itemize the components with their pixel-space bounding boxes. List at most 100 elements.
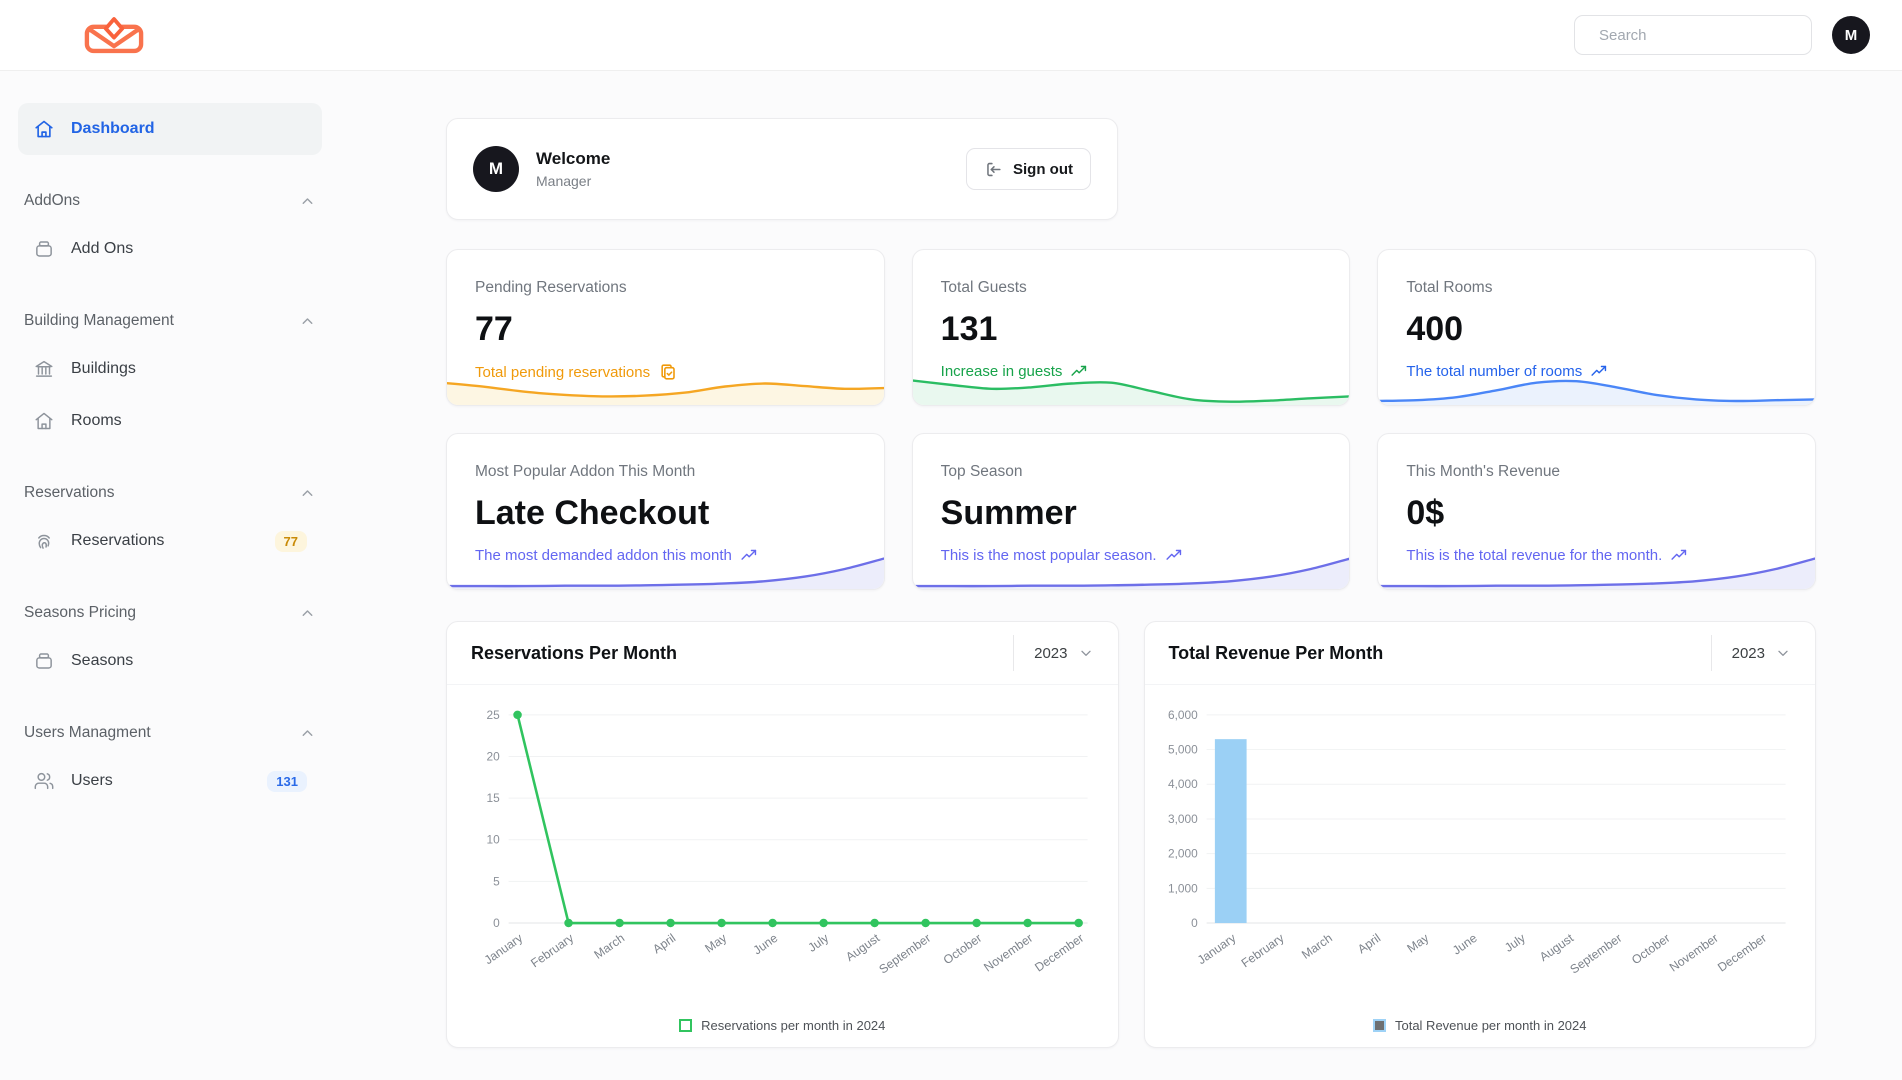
stat-card-value: 77: [475, 310, 856, 349]
legend-marker: [679, 1019, 692, 1032]
sparkline: [1377, 360, 1816, 406]
legend-label: Reservations per month in 2024: [701, 1018, 885, 1033]
sidebar-section-users-managment: Users Managment Users 131: [18, 724, 322, 807]
stat-card-value: 0$: [1406, 494, 1787, 533]
chevron-up-icon: [299, 605, 316, 622]
sidebar-section-header-users-managment[interactable]: Users Managment: [18, 724, 322, 742]
chart-legend: Total Revenue per month in 2024: [1145, 1016, 1816, 1047]
legend-marker: [1373, 1019, 1386, 1032]
sidebar-item-rooms[interactable]: Rooms: [18, 395, 322, 447]
sidebar-section-header-seasons-pricing[interactable]: Seasons Pricing: [18, 604, 322, 622]
svg-text:May: May: [702, 930, 730, 955]
chevron-down-icon: [1775, 645, 1791, 661]
svg-text:10: 10: [486, 833, 500, 847]
svg-text:2,000: 2,000: [1167, 847, 1197, 861]
sidebar-item-buildings[interactable]: Buildings: [18, 343, 322, 395]
svg-text:October: October: [1629, 931, 1673, 967]
svg-text:September: September: [876, 931, 933, 977]
app-logo-icon: [84, 15, 144, 55]
svg-text:April: April: [1355, 931, 1383, 956]
svg-text:December: December: [1032, 931, 1086, 975]
section-label: AddOns: [24, 192, 80, 210]
header-actions: M: [1574, 15, 1870, 55]
svg-text:5,000: 5,000: [1167, 743, 1197, 757]
chevron-down-icon: [1078, 645, 1094, 661]
svg-text:4,000: 4,000: [1167, 777, 1197, 791]
svg-text:June: June: [1449, 931, 1479, 958]
svg-text:September: September: [1567, 931, 1624, 977]
main-content: Dashboard M Welcome Manager Sign out Pen…: [446, 0, 1816, 1080]
stat-card-top-season: Top SeasonSummerThis is the most popular…: [912, 433, 1351, 590]
sidebar-section-header-reservations[interactable]: Reservations: [18, 484, 322, 502]
section-label: Reservations: [24, 484, 114, 502]
sidebar-item-add-ons[interactable]: Add Ons: [18, 223, 322, 275]
sign-out-label: Sign out: [1013, 161, 1073, 178]
sidebar-item-reservations[interactable]: Reservations77: [18, 515, 322, 567]
chart-title: Reservations Per Month: [471, 643, 677, 664]
stat-card-title: Most Popular Addon This Month: [475, 463, 856, 481]
charts-grid: Reservations Per Month 2023 0510152025Ja…: [446, 621, 1816, 1048]
sparkline: [912, 544, 1351, 590]
stat-card-value: Summer: [941, 494, 1322, 533]
search-input[interactable]: [1597, 26, 1800, 45]
stat-card-total-guests: Total Guests131Increase in guests: [912, 249, 1351, 406]
svg-text:0: 0: [493, 916, 500, 930]
sidebar-item-seasons[interactable]: Seasons: [18, 635, 322, 687]
fingerprint-icon: [33, 530, 55, 552]
stat-card-title: Top Season: [941, 463, 1322, 481]
app-logo[interactable]: [84, 15, 144, 55]
section-label: Seasons Pricing: [24, 604, 136, 622]
sparkline: [912, 360, 1351, 406]
year-selector[interactable]: 2023: [1013, 635, 1093, 671]
welcome-subtitle: Manager: [536, 173, 610, 189]
stat-card-pending-reservations: Pending Reservations77Total pending rese…: [446, 249, 885, 406]
user-avatar[interactable]: M: [1832, 16, 1870, 54]
svg-text:February: February: [528, 930, 577, 970]
svg-text:August: August: [843, 931, 883, 965]
svg-text:August: August: [1537, 931, 1577, 965]
sidebar-section-header-building-management[interactable]: Building Management: [18, 312, 322, 330]
sidebar-item-label: Rooms: [71, 412, 122, 430]
sidebar-item-label: Users: [71, 772, 113, 790]
svg-text:February: February: [1238, 930, 1287, 970]
users-icon: [33, 770, 55, 792]
stat-card-most-popular-addon-this-month: Most Popular Addon This MonthLate Checko…: [446, 433, 885, 590]
sign-out-button[interactable]: Sign out: [966, 148, 1091, 190]
sidebar-section-addons: AddOns Add Ons: [18, 192, 322, 275]
count-badge: 77: [275, 531, 307, 552]
count-badge: 131: [267, 771, 307, 792]
sidebar-section-reservations: Reservations Reservations77: [18, 484, 322, 567]
sidebar-item-users[interactable]: Users 131: [18, 755, 322, 807]
legend-label: Total Revenue per month in 2024: [1395, 1018, 1587, 1033]
stat-card-title: Total Rooms: [1406, 279, 1787, 297]
svg-text:20: 20: [486, 749, 500, 763]
sidebar-section-header-addons[interactable]: AddOns: [18, 192, 322, 210]
sparkline: [446, 544, 885, 590]
section-label: Building Management: [24, 312, 174, 330]
stat-card-title: This Month's Revenue: [1406, 463, 1787, 481]
svg-text:October: October: [941, 931, 985, 967]
revenue-bar-chart: 01,0002,0003,0004,0005,0006,000JanuaryFe…: [1161, 699, 1796, 998]
bank-icon: [33, 358, 55, 380]
sidebar-item-dashboard[interactable]: Dashboard: [18, 103, 322, 155]
svg-text:0: 0: [1191, 916, 1198, 930]
svg-text:5: 5: [493, 874, 500, 888]
sparkline: [1377, 544, 1816, 590]
stat-card-value: 400: [1406, 310, 1787, 349]
year-selector[interactable]: 2023: [1711, 635, 1791, 671]
sidebar-section-building-management: Building Management Buildings Rooms: [18, 312, 322, 447]
svg-text:December: December: [1715, 931, 1769, 975]
sidebar: Dashboard AddOns Add Ons Building Manageme…: [0, 70, 340, 1080]
svg-text:15: 15: [486, 791, 500, 805]
reservations-chart-card: Reservations Per Month 2023 0510152025Ja…: [446, 621, 1119, 1048]
search-box: [1574, 15, 1812, 55]
stat-card-this-month-s-revenue: This Month's Revenue0$This is the total …: [1377, 433, 1816, 590]
home-icon: [33, 410, 55, 432]
revenue-chart-card: Total Revenue Per Month 2023 01,0002,000…: [1144, 621, 1817, 1048]
sparkline: [446, 360, 885, 406]
reservations-line-chart: 0510152025JanuaryFebruaryMarchAprilMayJu…: [463, 699, 1098, 998]
svg-text:January: January: [1194, 930, 1238, 967]
svg-text:November: November: [1666, 931, 1720, 975]
chevron-up-icon: [299, 193, 316, 210]
svg-text:1,000: 1,000: [1167, 881, 1197, 895]
